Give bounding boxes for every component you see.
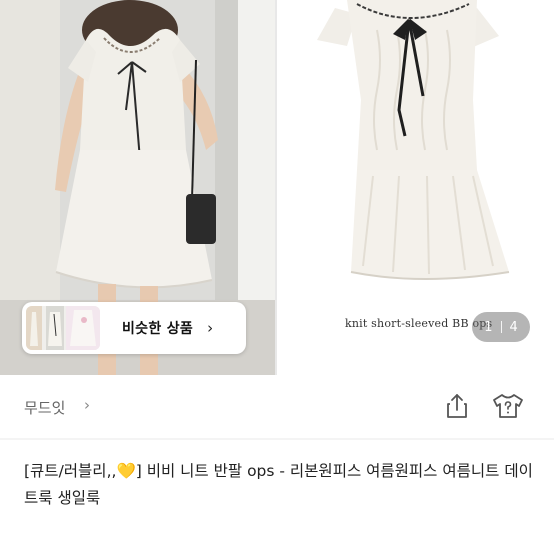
share-button[interactable]: [442, 391, 472, 421]
section-divider: [0, 438, 554, 440]
similar-thumbnail-image: [26, 306, 100, 350]
seller-name-link[interactable]: 무드잇: [24, 397, 65, 418]
clothing-question-button[interactable]: [490, 391, 526, 421]
product-title: [큐트/러블리,,💛] 비비 니트 반팔 ops - 리본원피스 여름원피스 여…: [24, 458, 536, 512]
chevron-right-icon[interactable]: ›: [84, 396, 90, 414]
similar-products-thumbnail: [26, 306, 100, 350]
similar-products-label: 비슷한 상품: [122, 321, 194, 337]
yellow-heart-icon: 💛: [116, 462, 136, 480]
chevron-right-icon: ›: [207, 319, 214, 337]
photo-caption: knit short-sleeved BB ops: [345, 317, 493, 330]
counter-current: 1: [484, 319, 493, 335]
share-icon: [447, 394, 467, 418]
seller-row: 무드잇 ›: [0, 375, 554, 438]
t-shirt-question-icon: [493, 394, 523, 418]
similar-products-button[interactable]: 비슷한 상품 ›: [22, 302, 246, 354]
product-image-gallery[interactable]: knit short-sleeved BB ops 1 4 비슷한 상품 ›: [0, 0, 554, 375]
title-prefix: [큐트/러블리,,: [24, 462, 117, 480]
counter-total: 4: [509, 319, 518, 335]
image-page-counter: 1 4: [472, 312, 530, 342]
counter-separator: [500, 321, 502, 333]
